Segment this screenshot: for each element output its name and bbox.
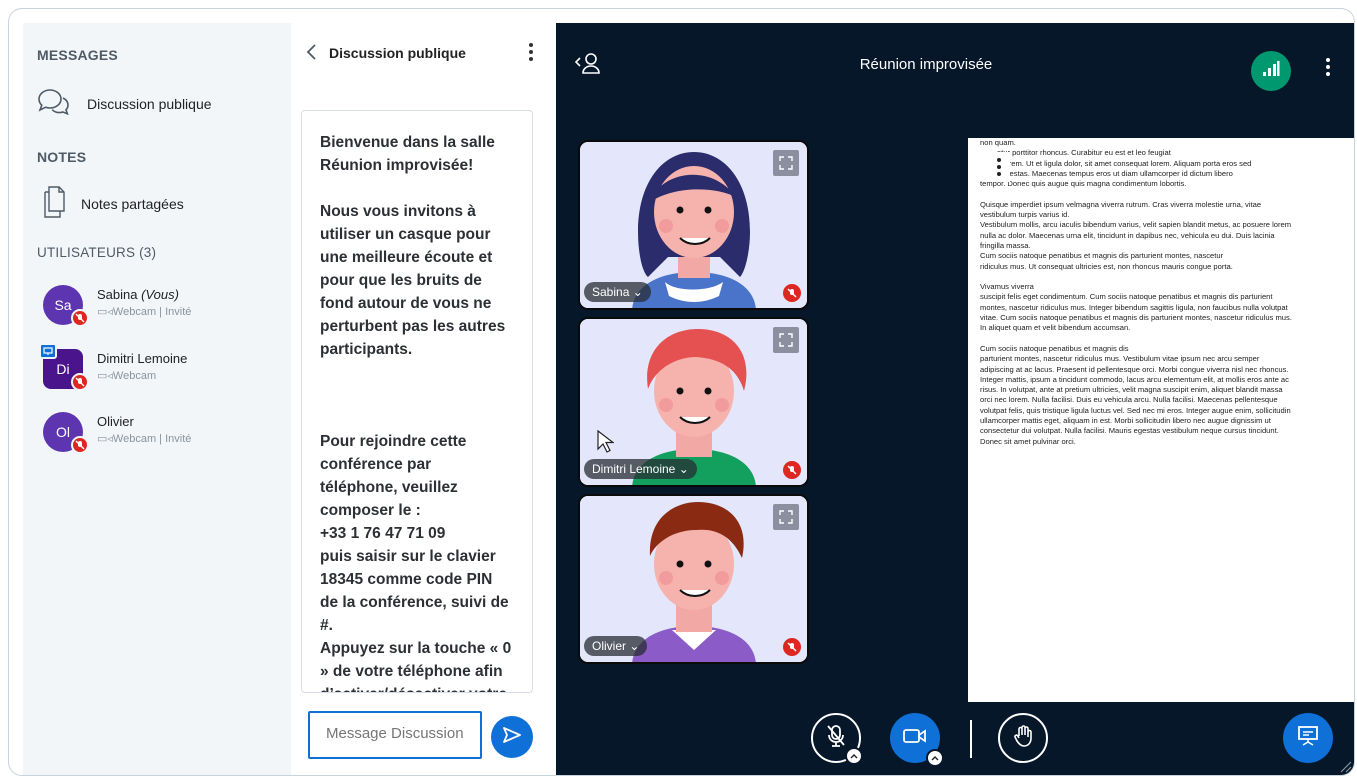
participant-name-tag[interactable]: Olivier ⌄ (584, 636, 648, 656)
participant-name-tag[interactable]: Dimitri Lemoine ⌄ (584, 459, 697, 479)
chat-bubbles-icon (37, 87, 71, 122)
audio-settings-caret-icon[interactable] (845, 747, 863, 765)
kebab-menu-icon[interactable] (527, 41, 535, 68)
sidebar-item-shared-notes[interactable]: Notes partagées (37, 184, 277, 224)
sidebar-item-public-chat[interactable]: Discussion publique (37, 84, 277, 124)
video-tile[interactable]: Dimitri Lemoine ⌄ (578, 317, 809, 487)
send-button[interactable] (491, 716, 533, 758)
connection-status-button[interactable] (1251, 51, 1291, 91)
back-chevron-icon[interactable] (305, 43, 319, 66)
welcome-message: Bienvenue dans la salle Réunion improvis… (320, 134, 512, 692)
participant-name-tag[interactable]: Sabina ⌄ (584, 282, 651, 302)
sidebar-item-label: Discussion publique (87, 96, 212, 112)
muted-mic-icon (71, 373, 89, 391)
sidebar-item-label: Notes partagées (81, 196, 184, 212)
fullscreen-icon[interactable] (773, 150, 799, 176)
hand-icon (1013, 724, 1033, 752)
chat-title[interactable]: Discussion publique (329, 45, 466, 61)
muted-mic-icon (783, 638, 801, 656)
user-name: Olivier (97, 414, 134, 429)
presentation-slide[interactable]: non quam. etur porttitor rhoncus. Curabi… (968, 138, 1354, 702)
messages-heading: MESSAGES (37, 47, 118, 63)
app-window: MESSAGES Discussion publique NOTES Notes… (8, 8, 1355, 776)
muted-mic-icon (783, 284, 801, 302)
user-list-item[interactable]: Ol Olivier ▭◃Webcam | Invité (37, 408, 287, 456)
signal-bars-icon (1262, 60, 1280, 82)
webcam-icon: ▭◃ (97, 370, 113, 382)
chat-messages[interactable]: Bienvenue dans la salle Réunion improvis… (301, 110, 533, 693)
muted-mic-icon (71, 436, 89, 454)
meeting-title: Réunion improvisée (859, 56, 993, 73)
fullscreen-icon[interactable] (773, 504, 799, 530)
user-status: ▭◃Webcam | Invité (97, 433, 192, 445)
webcam-icon: ▭◃ (97, 306, 113, 318)
user-name: Sabina (Vous) (97, 287, 179, 302)
camera-button[interactable] (890, 713, 944, 767)
slide-text: non quam. etur porttitor rhoncus. Curabi… (980, 138, 1292, 446)
video-tile[interactable]: Sabina ⌄ (578, 140, 809, 310)
notes-icon (43, 185, 65, 223)
user-status: ▭◃Webcam (97, 370, 157, 382)
user-list-item[interactable]: Di Dimitri Lemoine ▭◃Webcam (37, 343, 287, 393)
notes-heading: NOTES (37, 149, 87, 165)
presentation-menu-icon[interactable] (988, 152, 1010, 182)
meeting-area: Réunion improvisée Sabina ⌄ Dimitri Lemo… (556, 23, 1354, 775)
presenter-icon (39, 343, 57, 359)
user-status: ▭◃Webcam | Invité (97, 306, 192, 318)
video-settings-caret-icon[interactable] (926, 749, 944, 767)
options-menu-icon[interactable] (1324, 57, 1332, 84)
presentation-button[interactable] (1283, 713, 1333, 763)
webcam-icon: ▭◃ (97, 433, 113, 445)
mouse-cursor-icon (596, 429, 615, 458)
muted-mic-icon (783, 461, 801, 479)
message-input[interactable] (308, 711, 482, 759)
muted-mic-icon (825, 724, 847, 753)
sidebar: MESSAGES Discussion publique NOTES Notes… (23, 23, 291, 775)
users-heading: UTILISATEURS (3) (37, 245, 157, 260)
user-name: Dimitri Lemoine (97, 351, 188, 366)
raise-hand-button[interactable] (998, 713, 1048, 763)
unmute-button[interactable] (811, 713, 863, 765)
fullscreen-icon[interactable] (773, 327, 799, 353)
video-tile[interactable]: Olivier ⌄ (578, 494, 809, 664)
camera-icon (903, 728, 927, 749)
chat-header: Discussion publique (305, 41, 545, 65)
resize-handle-icon[interactable] (1338, 759, 1352, 775)
user-list-item[interactable]: Sa Sabina (Vous) ▭◃Webcam | Invité (37, 281, 287, 329)
muted-mic-icon (71, 309, 89, 327)
chat-panel: Discussion publique Bienvenue dans la sa… (291, 23, 556, 775)
presentation-screen-icon (1297, 725, 1319, 752)
controls-divider (970, 720, 972, 758)
send-icon (502, 726, 522, 749)
